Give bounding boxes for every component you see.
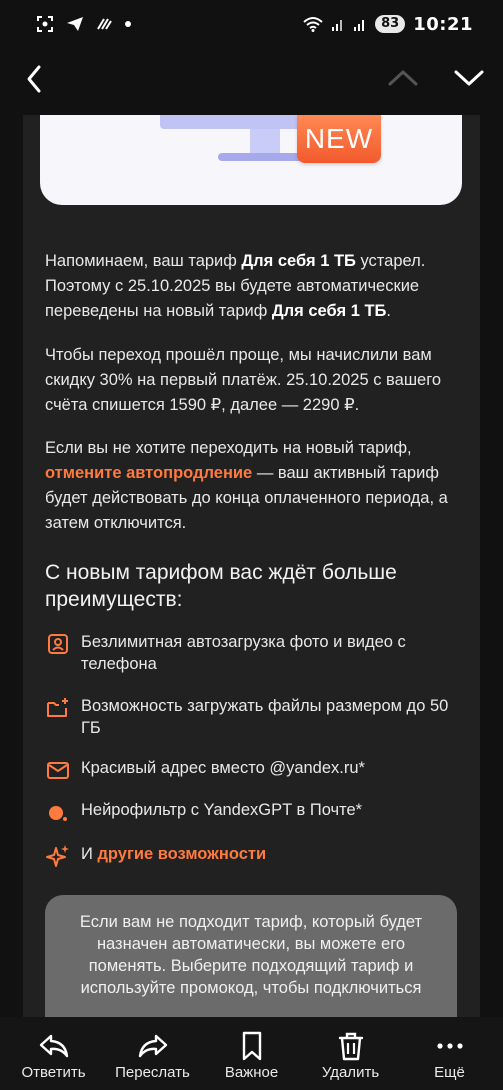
telegram-icon — [67, 17, 83, 31]
list-item: Нейрофильтр с YandexGPT в Почте* — [45, 799, 465, 825]
signal-icon — [354, 20, 365, 31]
more-dots-icon — [436, 1043, 463, 1049]
monitor-neck — [250, 129, 280, 155]
photo-icon — [48, 634, 68, 654]
text: И — [81, 845, 98, 863]
signal-slash-icon — [97, 18, 112, 30]
battery-indicator: 83 — [375, 15, 406, 33]
benefits-heading: С новым тарифом вас ждёт больше преимуще… — [45, 561, 397, 611]
status-bar: 83 10:21 — [0, 0, 503, 48]
paragraph-discount: Чтобы переход прошёл проще, мы начислили… — [45, 346, 442, 414]
back-arrow-icon[interactable] — [20, 62, 50, 96]
more-button[interactable]: Ещё — [400, 1017, 499, 1090]
delete-label: Удалить — [321, 1064, 380, 1081]
monitor-illustration — [160, 115, 320, 129]
tariff-name: Для себя 1 ТБ — [241, 252, 356, 270]
important-label: Важное — [224, 1064, 279, 1081]
feature-text: Нейрофильтр с YandexGPT в Почте* — [81, 801, 363, 819]
reply-label: Ответить — [21, 1064, 86, 1081]
wifi-icon — [303, 17, 323, 32]
signal-icon — [332, 20, 343, 31]
forward-icon — [138, 1034, 167, 1058]
new-badge: NEW — [297, 115, 381, 163]
bottom-toolbar: Ответить Переслать Важное Удалить Ещё — [0, 1017, 503, 1090]
sparkles-icon — [46, 845, 69, 867]
mail-screen: 83 10:21 NEW Напоминаем, ваш тариф Для с… — [0, 0, 503, 1090]
dot-icon — [125, 21, 131, 27]
list-item: Безлимитная автозагрузка фото и видео с … — [45, 631, 465, 675]
text: . — [386, 302, 391, 320]
trash-icon — [338, 1032, 363, 1061]
feature-text: Безлимитная автозагрузка фото и видео с … — [81, 633, 406, 673]
feature-text: Возможность загружать файлы размером до … — [81, 697, 449, 737]
chevron-down-icon[interactable] — [450, 66, 488, 90]
reply-icon — [39, 1034, 68, 1058]
important-button[interactable]: Важное — [202, 1017, 301, 1090]
reply-button[interactable]: Ответить — [4, 1017, 103, 1090]
text: Если вы не хотите переходить на новый та… — [45, 439, 412, 457]
tariff-name: Для себя 1 ТБ — [271, 302, 387, 320]
feature-text: И другие возможности — [81, 843, 266, 865]
paragraph-cancel: Если вы не хотите переходить на новый та… — [45, 436, 465, 536]
list-item: И другие возможности — [45, 843, 465, 869]
more-label: Ещё — [434, 1064, 465, 1081]
chevron-up-icon — [388, 70, 418, 86]
text: Напоминаем, ваш тариф — [45, 252, 242, 270]
screenshot-icon — [37, 16, 53, 32]
feature-text: Красивый адрес вместо @yandex.ru* — [81, 759, 365, 777]
folder-plus-icon — [47, 698, 68, 717]
promo-banner: NEW — [40, 115, 462, 205]
forward-label: Переслать — [115, 1064, 190, 1081]
bookmark-icon — [242, 1031, 261, 1061]
other-features-link[interactable]: другие возможности — [97, 845, 266, 863]
cancel-autorenew-link[interactable]: отмените автопродление — [45, 464, 252, 482]
neuro-dot-icon — [49, 806, 67, 821]
change-tariff-note: Если вам не подходит тариф, который буде… — [45, 895, 457, 1017]
list-item: Возможность загружать файлы размером до … — [45, 695, 465, 739]
list-item: Красивый адрес вместо @yandex.ru* — [45, 757, 465, 783]
mail-icon — [47, 762, 69, 779]
delete-button[interactable]: Удалить — [301, 1017, 400, 1090]
paragraph-tariff-outdated: Напоминаем, ваш тариф Для себя 1 ТБ уста… — [45, 249, 465, 324]
clock: 10:21 — [413, 13, 473, 35]
mail-body: NEW Напоминаем, ваш тариф Для себя 1 ТБ … — [23, 115, 480, 1017]
forward-button[interactable]: Переслать — [103, 1017, 202, 1090]
top-nav — [0, 48, 503, 110]
